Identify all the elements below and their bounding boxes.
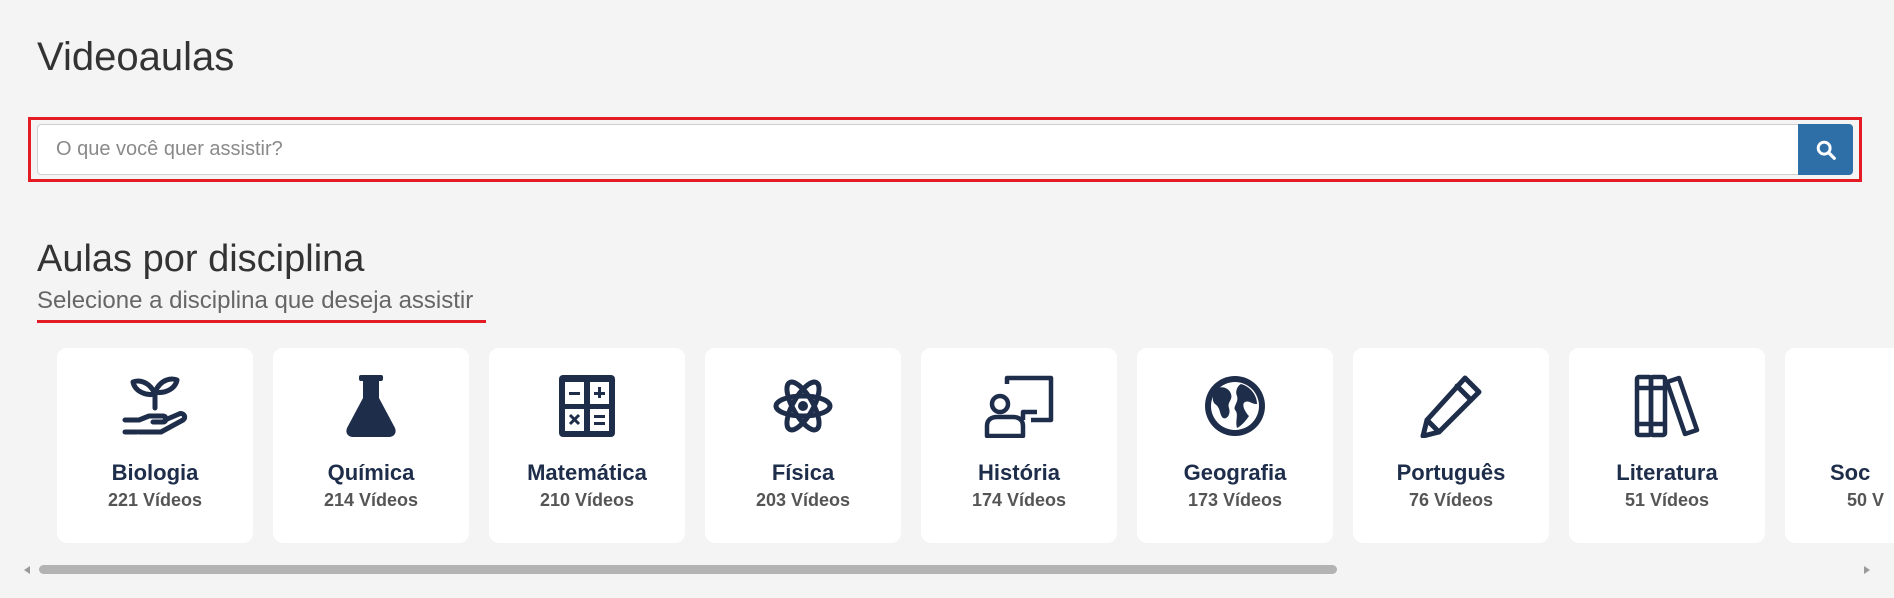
subject-name: Física [771, 460, 835, 485]
section-title: Aulas por disciplina [37, 238, 365, 280]
plant-hand-icon [119, 374, 191, 438]
subject-video-count: 221 Vídeos [107, 490, 203, 510]
scroll-right-arrow[interactable] [1864, 566, 1870, 574]
subject-video-count: 210 Vídeos [539, 490, 635, 510]
books-icon [1631, 374, 1703, 438]
subject-card-literatura[interactable]: Literatura 51 Vídeos [1569, 348, 1765, 543]
subject-card-matematica[interactable]: Matemática 210 Vídeos [489, 348, 685, 543]
section-subtitle: Selecione a disciplina que deseja assist… [37, 287, 474, 314]
atom-icon [767, 374, 839, 438]
subject-card-historia[interactable]: História 174 Vídeos [921, 348, 1117, 543]
subject-video-count: 50 V [1847, 490, 1885, 510]
subject-name: Biologia [111, 460, 199, 485]
globe-icon [1199, 374, 1271, 438]
subject-card-portugues[interactable]: Português 76 Vídeos [1353, 348, 1549, 543]
subject-carousel: Biologia 221 Vídeos Química 214 Vídeos M… [0, 348, 1894, 543]
flask-icon [335, 374, 407, 438]
subject-video-count: 203 Vídeos [755, 490, 851, 510]
search-icon [1816, 140, 1836, 160]
subject-name: Geografia [1183, 460, 1287, 485]
subject-name: Química [327, 460, 415, 485]
subject-video-count: 214 Vídeos [323, 490, 419, 510]
teacher-board-icon [983, 374, 1055, 438]
subject-name: Português [1396, 460, 1506, 485]
subject-video-count: 173 Vídeos [1187, 490, 1283, 510]
subject-video-count: 76 Vídeos [1408, 490, 1494, 510]
search-input[interactable] [38, 125, 1798, 174]
subtitle-underline [37, 320, 486, 323]
search-button[interactable] [1798, 124, 1853, 175]
subject-card-quimica[interactable]: Química 214 Vídeos [273, 348, 469, 543]
scroll-left-arrow[interactable] [24, 566, 30, 574]
subject-name: Soc [1830, 460, 1871, 485]
subject-name: História [978, 460, 1060, 485]
page-title: Videoaulas [37, 35, 235, 79]
scroll-thumb[interactable] [39, 565, 1337, 574]
horizontal-scrollbar[interactable] [24, 563, 1870, 577]
subject-card-sociologia[interactable]: Soc 50 V [1785, 348, 1894, 543]
pencil-icon [1415, 374, 1487, 438]
calculator-icon [551, 374, 623, 438]
subject-name: Literatura [1616, 460, 1718, 485]
subject-card-geografia[interactable]: Geografia 173 Vídeos [1137, 348, 1333, 543]
subject-video-count: 51 Vídeos [1624, 490, 1710, 510]
search-bar [37, 124, 1853, 175]
subject-card-biologia[interactable]: Biologia 221 Vídeos [57, 348, 253, 543]
subject-card-fisica[interactable]: Física 203 Vídeos [705, 348, 901, 543]
subject-name: Matemática [527, 460, 647, 485]
subject-video-count: 174 Vídeos [971, 490, 1067, 510]
